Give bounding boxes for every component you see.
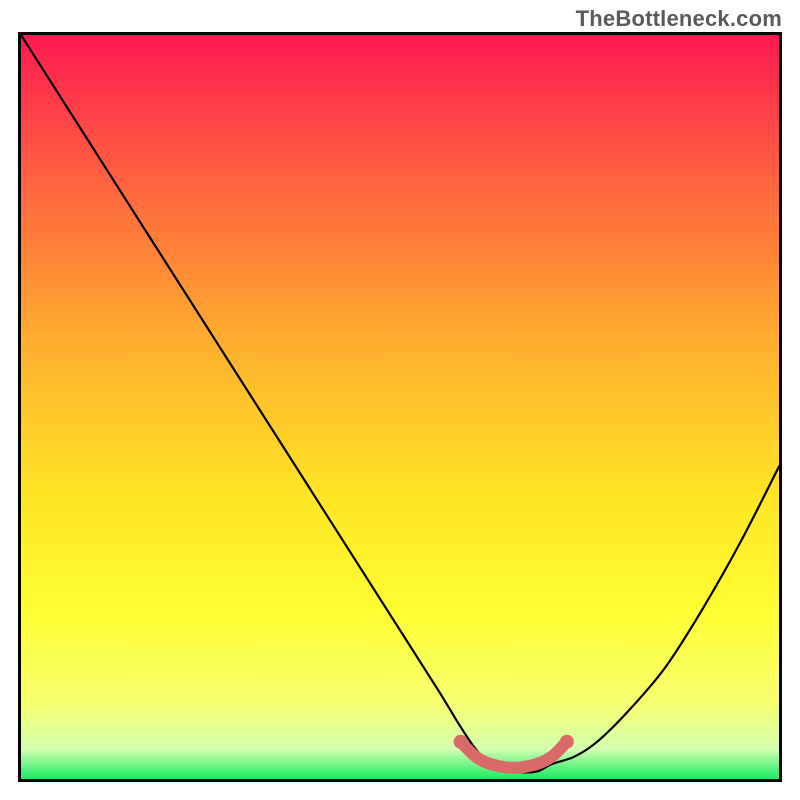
highlight-dot-left xyxy=(454,735,468,749)
highlight-segment-path xyxy=(461,742,567,768)
watermark-text: TheBottleneck.com xyxy=(576,6,782,32)
highlight-dot-right xyxy=(560,735,574,749)
plot-area xyxy=(18,32,782,782)
marker-layer xyxy=(21,35,779,779)
chart-frame: TheBottleneck.com xyxy=(0,0,800,800)
